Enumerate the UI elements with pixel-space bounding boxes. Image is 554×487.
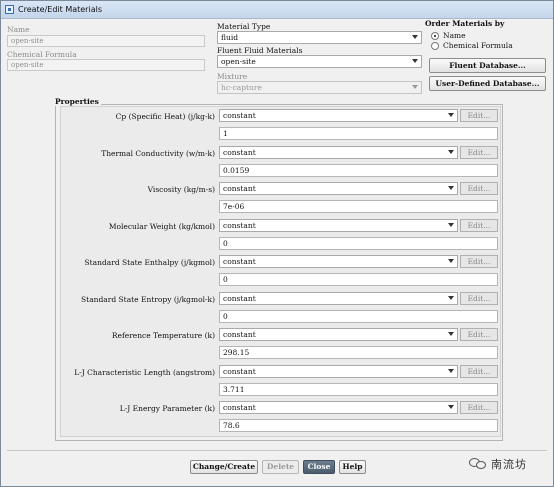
chevron-down-icon [412,35,418,39]
mixture-value: hc-capture [221,83,262,92]
property-label: Standard State Entropy (j/kgmol-k) [81,295,215,304]
mixture-label: Mixture [217,72,248,81]
property-label: Viscosity (kg/m-s) [147,185,215,194]
material-type-value: fluid [221,33,239,42]
property-method-dropdown[interactable]: constant [219,109,458,122]
property-value-field[interactable]: 1 [219,127,498,140]
property-edit-button[interactable]: Edit... [460,328,498,341]
name-label: Name [7,25,30,34]
property-label: Standard State Enthalpy (j/kgmol) [84,258,215,267]
property-edit-button[interactable]: Edit... [460,365,498,378]
property-method-value: constant [223,403,256,412]
property-edit-button[interactable]: Edit... [460,219,498,232]
property-label: L-J Energy Parameter (k) [119,404,215,413]
material-type-dropdown[interactable]: fluid [217,31,422,44]
order-by-formula-label: Chemical Formula [443,41,513,50]
chemical-formula-field: open-site [7,59,205,71]
footer-divider [7,450,547,451]
property-method-dropdown[interactable]: constant [219,365,458,378]
create-edit-materials-dialog: Create/Edit Materials Name open-site Che… [0,0,554,487]
property-value-field[interactable]: 0 [219,273,498,286]
chevron-down-icon [448,296,454,300]
property-method-dropdown[interactable]: constant [219,328,458,341]
property-edit-button[interactable]: Edit... [460,146,498,159]
close-button[interactable]: Close [303,460,335,474]
chevron-down-icon [448,186,454,190]
fluent-fluid-materials-dropdown[interactable]: open-site [217,55,422,68]
order-by-name-label: Name [443,31,466,40]
fluent-database-button[interactable]: Fluent Database... [429,58,546,73]
order-materials-group: Order Materials by Name Chemical Formula [425,19,549,55]
property-method-dropdown[interactable]: constant [219,401,458,414]
property-label: Thermal Conductivity (w/m-k) [101,149,215,158]
chevron-down-icon [448,223,454,227]
property-value-field[interactable]: 0.0159 [219,164,498,177]
property-method-value: constant [223,294,256,303]
property-value-field[interactable]: 0 [219,237,498,250]
title-bar: Create/Edit Materials [1,1,553,19]
app-icon [5,5,14,14]
property-edit-button[interactable]: Edit... [460,255,498,268]
help-button[interactable]: Help [339,460,366,474]
property-method-value: constant [223,367,256,376]
property-edit-button[interactable]: Edit... [460,292,498,305]
order-materials-title: Order Materials by [425,19,505,28]
chevron-down-icon [448,259,454,263]
property-method-dropdown[interactable]: constant [219,255,458,268]
order-by-name-radio[interactable]: Name [431,31,466,40]
chevron-down-icon [448,332,454,336]
fluent-fluid-materials-label: Fluent Fluid Materials [217,46,303,55]
property-method-dropdown[interactable]: constant [219,292,458,305]
chevron-down-icon [448,405,454,409]
user-defined-database-button[interactable]: User-Defined Database... [429,76,546,91]
change-create-button[interactable]: Change/Create [190,460,258,474]
property-method-value: constant [223,184,256,193]
radio-selected-icon [431,31,439,40]
property-method-value: constant [223,221,256,230]
property-method-value: constant [223,111,256,120]
property-edit-button[interactable]: Edit... [460,401,498,414]
property-value-field[interactable]: 3.711 [219,383,498,396]
watermark: 南流坊 [469,452,549,476]
property-method-dropdown[interactable]: constant [219,219,458,232]
property-method-value: constant [223,257,256,266]
delete-button: Delete [262,460,299,474]
properties-title: Properties [53,97,101,106]
chevron-down-icon [412,59,418,63]
property-edit-button[interactable]: Edit... [460,109,498,122]
wechat-icon [469,457,487,471]
property-value-field[interactable]: 298.15 [219,346,498,359]
property-value-field[interactable]: 78.6 [219,419,498,432]
property-method-dropdown[interactable]: constant [219,146,458,159]
chemical-formula-label: Chemical Formula [7,50,77,59]
chevron-down-icon [412,85,418,89]
window-title: Create/Edit Materials [18,5,102,14]
property-value-field[interactable]: 0 [219,310,498,323]
radio-unselected-icon [431,41,439,50]
fluent-fluid-materials-value: open-site [221,57,256,66]
property-edit-button[interactable]: Edit... [460,182,498,195]
mixture-dropdown: hc-capture [217,81,422,94]
order-by-formula-radio[interactable]: Chemical Formula [431,41,513,50]
property-label: Cp (Specific Heat) (j/kg-k) [115,112,215,121]
property-value-field[interactable]: 7e-06 [219,200,498,213]
name-field: open-site [7,35,205,47]
chevron-down-icon [448,369,454,373]
material-type-label: Material Type [217,22,271,31]
property-label: Reference Temperature (k) [111,331,215,340]
chevron-down-icon [448,113,454,117]
watermark-text: 南流坊 [491,458,527,471]
property-label: L-J Characteristic Length (angstrom) [74,368,215,377]
property-method-value: constant [223,330,256,339]
property-method-dropdown[interactable]: constant [219,182,458,195]
property-method-value: constant [223,148,256,157]
chevron-down-icon [448,150,454,154]
property-label: Molecular Weight (kg/kmol) [108,222,215,231]
